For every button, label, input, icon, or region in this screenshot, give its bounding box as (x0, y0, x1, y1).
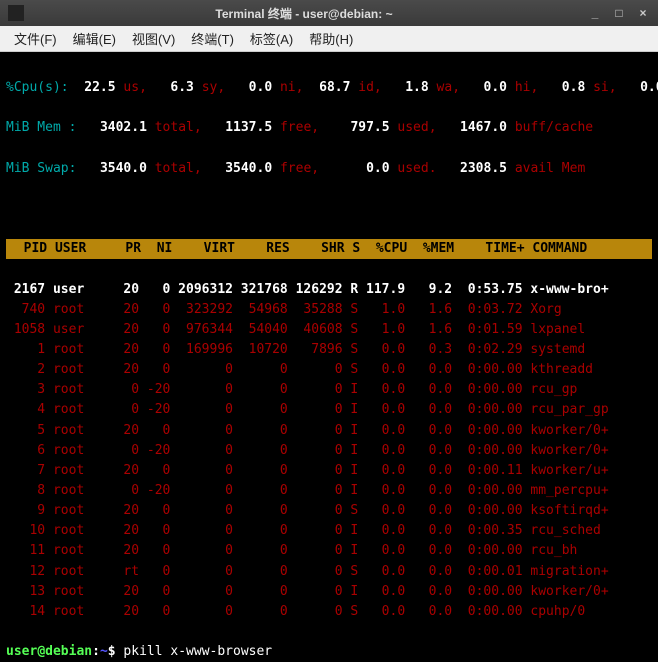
terminal-area[interactable]: %Cpu(s): 22.5 us, 6.3 sy, 0.0 ni, 68.7 i… (0, 52, 658, 658)
process-row: 2 root 20 0 0 0 0 S 0.0 0.0 0:00.00 kthr… (6, 360, 652, 380)
window-titlebar: Terminal 终端 - user@debian: ~ _ □ × (0, 0, 658, 26)
prompt-line-1: user@debian:~$ pkill x-www-browser (6, 642, 652, 658)
menu-file[interactable]: 文件(F) (6, 27, 65, 50)
process-row: 9 root 20 0 0 0 0 S 0.0 0.0 0:00.00 ksof… (6, 501, 652, 521)
command-text: pkill x-www-browser (123, 644, 272, 658)
process-header: PID USER PR NI VIRT RES SHR S %CPU %MEM … (6, 239, 652, 259)
window-title: Terminal 终端 - user@debian: ~ (30, 5, 578, 22)
process-row: 2167 user 20 0 2096312 321768 126292 R 1… (6, 280, 652, 300)
menu-edit[interactable]: 编辑(E) (65, 27, 124, 50)
process-row: 10 root 20 0 0 0 0 I 0.0 0.0 0:00.35 rcu… (6, 521, 652, 541)
menu-help[interactable]: 帮助(H) (301, 27, 361, 50)
process-row: 13 root 20 0 0 0 0 I 0.0 0.0 0:00.00 kwo… (6, 582, 652, 602)
maximize-button[interactable]: □ (612, 6, 626, 20)
process-row: 8 root 0 -20 0 0 0 I 0.0 0.0 0:00.00 mm_… (6, 481, 652, 501)
process-row: 5 root 20 0 0 0 0 I 0.0 0.0 0:00.00 kwor… (6, 421, 652, 441)
process-row: 11 root 20 0 0 0 0 I 0.0 0.0 0:00.00 rcu… (6, 541, 652, 561)
process-row: 14 root 20 0 0 0 0 S 0.0 0.0 0:00.00 cpu… (6, 602, 652, 622)
menu-tabs[interactable]: 标签(A) (242, 27, 301, 50)
menu-bar: 文件(F) 编辑(E) 视图(V) 终端(T) 标签(A) 帮助(H) (0, 26, 658, 52)
process-row: 3 root 0 -20 0 0 0 I 0.0 0.0 0:00.00 rcu… (6, 380, 652, 400)
blank-line (6, 199, 652, 219)
menu-terminal[interactable]: 终端(T) (183, 27, 242, 50)
mem-line: MiB Mem : 3402.1 total, 1137.5 free, 797… (6, 118, 652, 138)
close-button[interactable]: × (636, 6, 650, 20)
cpu-line: %Cpu(s): 22.5 us, 6.3 sy, 0.0 ni, 68.7 i… (6, 78, 652, 98)
process-row: 1 root 20 0 169996 10720 7896 S 0.0 0.3 … (6, 340, 652, 360)
process-row: 7 root 20 0 0 0 0 I 0.0 0.0 0:00.11 kwor… (6, 461, 652, 481)
process-list: 2167 user 20 0 2096312 321768 126292 R 1… (6, 280, 652, 622)
process-row: 740 root 20 0 323292 54968 35288 S 1.0 1… (6, 300, 652, 320)
process-row: 1058 user 20 0 976344 54040 40608 S 1.0 … (6, 320, 652, 340)
process-row: 6 root 0 -20 0 0 0 I 0.0 0.0 0:00.00 kwo… (6, 441, 652, 461)
minimize-button[interactable]: _ (588, 6, 602, 20)
process-row: 4 root 0 -20 0 0 0 I 0.0 0.0 0:00.00 rcu… (6, 400, 652, 420)
menu-view[interactable]: 视图(V) (124, 27, 183, 50)
terminal-icon (8, 5, 24, 21)
process-row: 12 root rt 0 0 0 0 S 0.0 0.0 0:00.01 mig… (6, 562, 652, 582)
swap-line: MiB Swap: 3540.0 total, 3540.0 free, 0.0… (6, 159, 652, 179)
